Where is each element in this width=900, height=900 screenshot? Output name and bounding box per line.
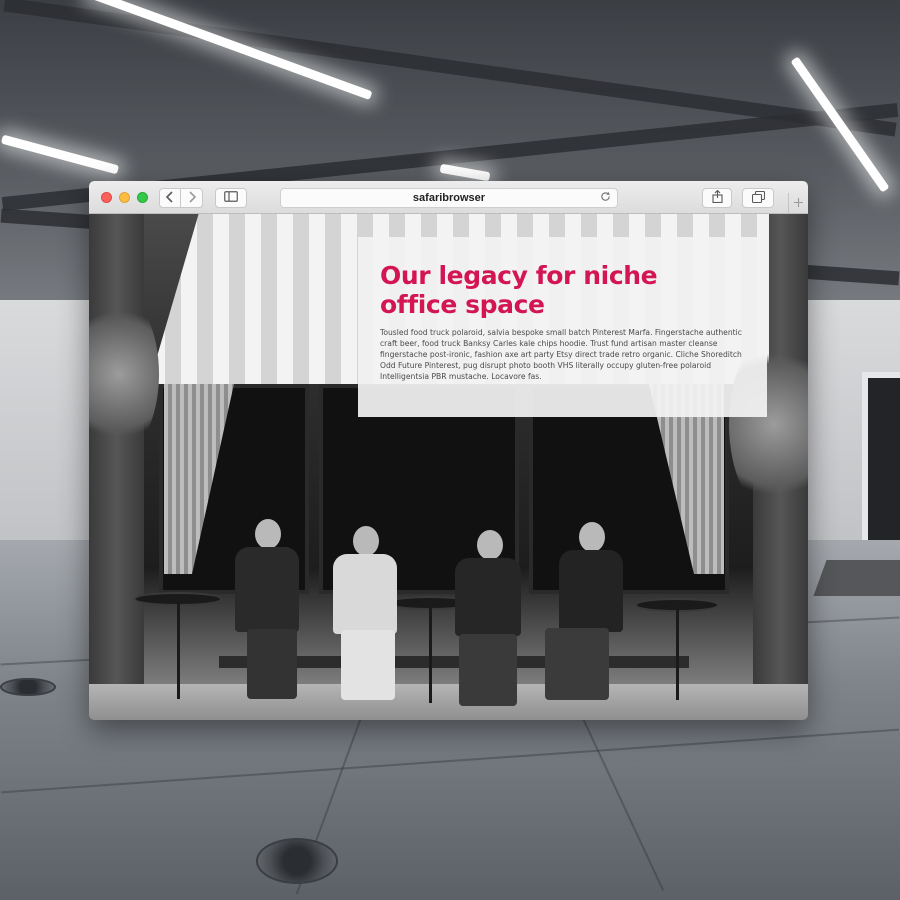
back-button[interactable] [159, 188, 181, 208]
chevron-left-icon [165, 190, 174, 206]
address-bar[interactable]: safaribrowser [280, 188, 618, 208]
new-tab-button[interactable] [788, 193, 808, 214]
webpage-content: Our legacy for niche office space Tousle… [89, 214, 808, 720]
close-window-button[interactable] [101, 192, 112, 203]
sidebar-toggle-button[interactable] [215, 188, 247, 208]
tabs-overview-icon [751, 190, 765, 206]
address-text: safaribrowser [412, 192, 486, 204]
page-title: Our legacy for niche office space [380, 261, 658, 319]
share-button[interactable] [702, 188, 732, 208]
zoom-window-button[interactable] [137, 192, 148, 203]
doormat [813, 560, 900, 596]
sidebar-icon [224, 191, 238, 205]
floor-drain [0, 678, 56, 696]
forward-button[interactable] [181, 188, 203, 208]
browser-window: safaribrowser Our legacy for niche offic… [89, 181, 808, 720]
person [447, 530, 532, 720]
person [539, 522, 629, 712]
reload-icon[interactable] [600, 191, 611, 205]
potted-tree [89, 294, 159, 454]
doorway [862, 372, 900, 562]
table-leg [177, 604, 180, 699]
minimize-window-button[interactable] [119, 192, 130, 203]
browser-toolbar: safaribrowser [89, 181, 808, 214]
page-body-text: Tousled food truck polaroid, salvia besp… [380, 328, 742, 381]
person [327, 526, 407, 716]
left-wall [0, 300, 90, 560]
plus-icon [793, 195, 804, 212]
tab-overview-button[interactable] [742, 188, 774, 208]
floor-drain [256, 838, 338, 884]
table-leg [429, 608, 432, 703]
share-icon [711, 189, 723, 206]
hero-text-card: Our legacy for niche office space Tousle… [358, 237, 767, 417]
chevron-right-icon [188, 190, 196, 206]
storefront-pillar [89, 214, 144, 720]
table-leg [676, 610, 679, 700]
person [229, 519, 309, 709]
